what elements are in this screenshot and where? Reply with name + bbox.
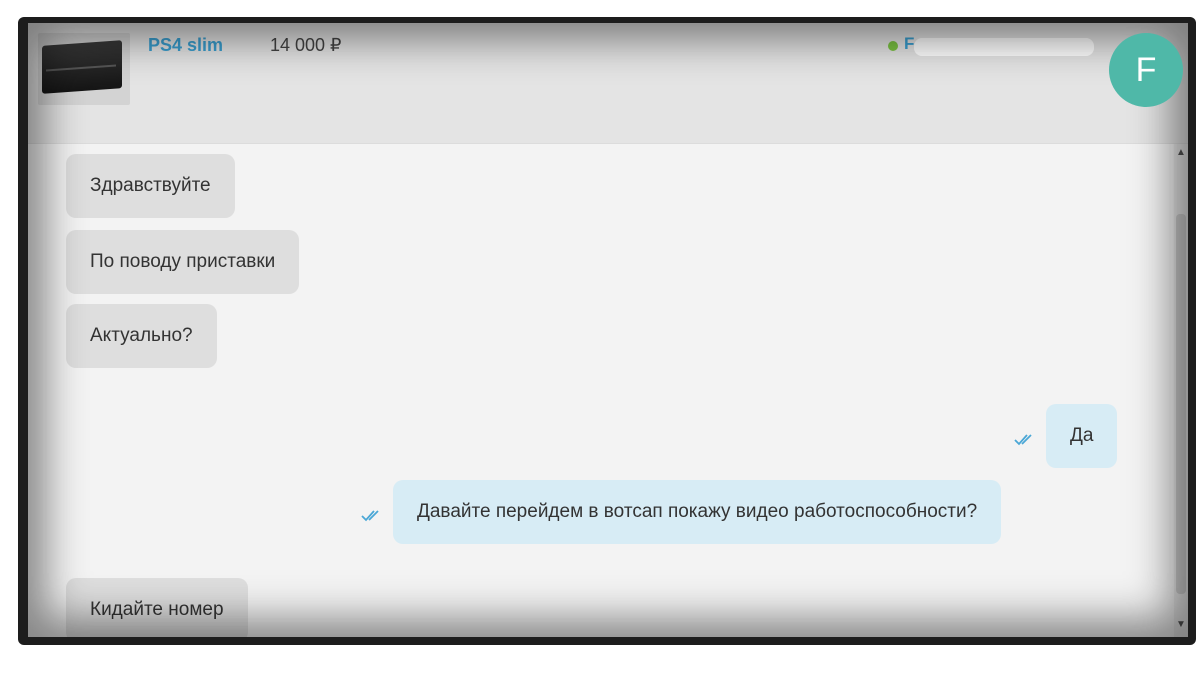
message-outgoing: Давайте перейдем в вотсап покажу видео р… [393,480,1002,544]
seller-name-link[interactable]: Fo [904,34,1094,58]
message-outgoing: Да [1046,404,1118,468]
online-status-icon [888,41,898,51]
message-incoming: По поводу приставки [66,230,300,294]
read-receipt-icon [1014,434,1032,446]
screenshot-frame: PS4 slim 14 000 ₽ Fo F Здравствуйте По п… [0,0,1200,675]
message-incoming: Кидайте номер [66,578,248,637]
message-incoming: Здравствуйте [66,154,235,218]
chat-header: PS4 slim 14 000 ₽ Fo [28,23,1188,144]
message-text: Давайте перейдем в вотсап покажу видео р… [417,501,978,522]
message-list: Здравствуйте По поводу приставки Актуаль… [28,144,1173,637]
scroll-thumb[interactable] [1176,214,1186,594]
chat-window: PS4 slim 14 000 ₽ Fo F Здравствуйте По п… [18,17,1196,645]
message-text: Кидайте номер [90,599,224,620]
message-text: Да [1070,425,1094,446]
seller-avatar[interactable]: F [1109,33,1183,107]
scroll-down-arrow-icon[interactable]: ▼ [1176,620,1186,630]
message-text: Актуально? [90,325,193,346]
read-receipt-icon [361,510,379,522]
listing-price: 14 000 ₽ [270,35,342,55]
avatar-letter: F [1135,50,1157,89]
message-incoming: Актуально? [66,304,217,368]
redaction-mark [914,38,1094,56]
listing-thumbnail[interactable] [38,33,130,105]
listing-title[interactable]: PS4 slim [148,35,223,56]
scroll-up-arrow-icon[interactable]: ▲ [1176,148,1186,158]
message-text: По поводу приставки [90,251,276,272]
message-text: Здравствуйте [90,175,211,196]
scrollbar[interactable]: ▲ ▼ [1174,144,1188,637]
chat-panel: PS4 slim 14 000 ₽ Fo F Здравствуйте По п… [28,23,1188,637]
